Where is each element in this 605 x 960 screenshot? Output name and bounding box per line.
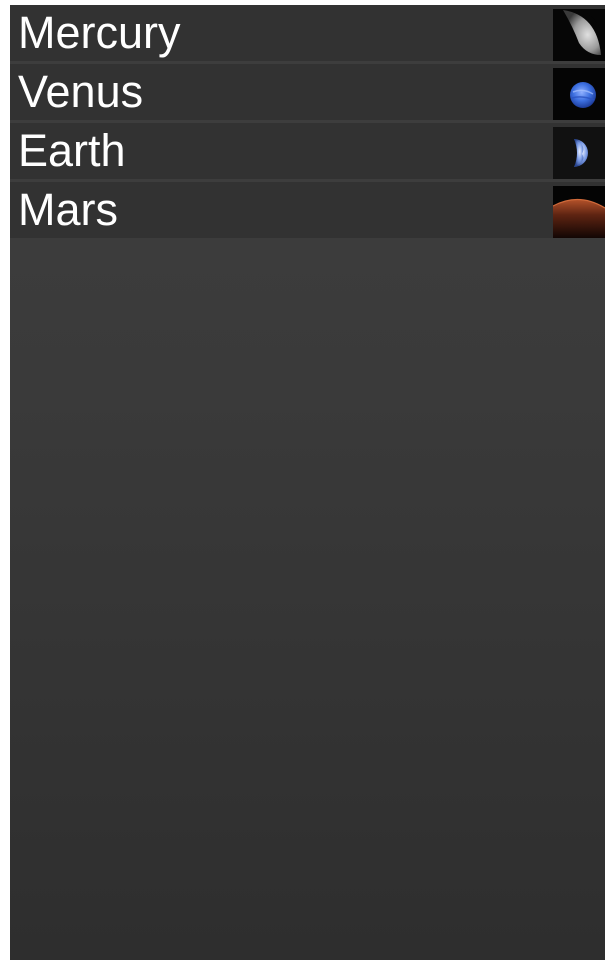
mercury-thumbnail <box>553 9 605 61</box>
list-item-venus[interactable]: Venus <box>10 64 605 123</box>
planet-list: Mercury Venus Earth Mars <box>10 5 605 238</box>
planet-name: Mercury <box>18 7 181 58</box>
list-item-mercury[interactable]: Mercury <box>10 5 605 64</box>
earth-thumbnail <box>553 127 605 179</box>
planet-list-screen: Mercury Venus Earth Mars <box>10 5 605 960</box>
list-item-earth[interactable]: Earth <box>10 123 605 182</box>
venus-thumbnail <box>553 68 605 120</box>
mars-thumbnail <box>553 186 605 238</box>
planet-name: Earth <box>18 125 126 176</box>
planet-name: Venus <box>18 66 144 117</box>
planet-name: Mars <box>18 184 118 235</box>
list-item-mars[interactable]: Mars <box>10 182 605 238</box>
